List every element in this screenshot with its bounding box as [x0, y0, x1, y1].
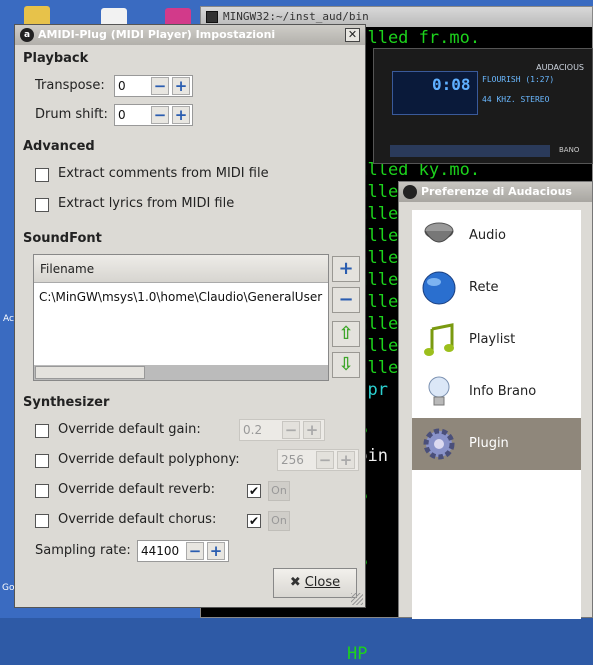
reverb-toggle[interactable]: On	[268, 481, 290, 501]
gain-label: Override default gain:	[58, 422, 201, 437]
terminal-line: HP	[347, 644, 368, 664]
scrollbar-thumb[interactable]	[35, 366, 145, 379]
drumshift-spinner[interactable]: 0 − +	[114, 104, 193, 126]
extract-comments-checkbox[interactable]	[35, 168, 49, 182]
sampling-rate-label: Sampling rate:	[35, 543, 131, 558]
dialog-titlebar[interactable]: a AMIDI-Plug (MIDI Player) Impostazioni …	[15, 25, 365, 45]
amidi-settings-dialog[interactable]: a AMIDI-Plug (MIDI Player) Impostazioni …	[14, 24, 366, 608]
sampling-rate-spinner[interactable]: 44100 − +	[137, 540, 229, 562]
horizontal-scrollbar[interactable]	[34, 365, 328, 380]
drumshift-value: 0	[118, 108, 126, 122]
chorus-label: Override default chorus:	[58, 512, 217, 527]
soundfont-list[interactable]: Filename C:\MinGW\msys\1.0\home\Claudio\…	[33, 254, 329, 381]
playback-heading: Playback	[23, 51, 89, 66]
remove-soundfont-button[interactable]: −	[332, 287, 360, 313]
gear-icon	[423, 428, 455, 460]
prefs-item-label: Audio	[469, 228, 506, 243]
player-format: 44 KHZ. STEREO	[482, 95, 550, 104]
prefs-item-rete[interactable]: Rete	[412, 262, 581, 314]
player-time: 0:08	[432, 75, 471, 94]
desktop-icon-label: Go	[2, 583, 15, 593]
increment-button[interactable]: +	[207, 542, 225, 560]
move-up-button[interactable]: ⇧	[332, 321, 360, 347]
dialog-title: AMIDI-Plug (MIDI Player) Impostazioni	[38, 28, 276, 41]
terminal-title: MINGW32:~/inst_aud/bin	[223, 10, 369, 23]
music-note-icon	[424, 323, 454, 356]
advanced-heading: Advanced	[23, 139, 95, 154]
prefs-item-info-brano[interactable]: Info Brano	[412, 366, 581, 418]
prefs-item-label: Rete	[469, 280, 499, 295]
increment-button[interactable]: +	[172, 106, 190, 124]
close-button-label: Close	[304, 575, 341, 590]
prefs-item-playlist[interactable]: Playlist	[412, 314, 581, 366]
player-song: FLOURISH (1:27)	[482, 75, 555, 84]
prefs-item-label: Info Brano	[469, 384, 537, 399]
extract-lyrics-label: Extract lyrics from MIDI file	[58, 196, 235, 211]
synthesizer-heading: Synthesizer	[23, 395, 110, 410]
increment-button[interactable]: +	[303, 421, 321, 439]
decrement-button[interactable]: −	[186, 542, 204, 560]
audacious-logo-icon	[403, 185, 417, 199]
soundfont-row[interactable]: C:\MinGW\msys\1.0\home\Claudio\GeneralUs…	[39, 290, 327, 304]
increment-button[interactable]: +	[172, 77, 190, 95]
audacious-logo-icon: a	[20, 28, 34, 42]
prefs-item-audio[interactable]: Audio	[412, 210, 581, 262]
globe-icon	[422, 271, 456, 305]
prefs-item-label: Playlist	[469, 332, 516, 347]
transpose-label: Transpose:	[35, 78, 105, 93]
increment-button[interactable]: +	[337, 451, 355, 469]
preferences-title: Preferenze di Audacious	[421, 185, 572, 198]
lightbulb-icon	[428, 376, 450, 406]
reverb-label: Override default reverb:	[58, 482, 215, 497]
polyphony-spinner[interactable]: 256 − +	[277, 449, 359, 471]
audacious-player[interactable]: AUDACIOUS 0:08 FLOURISH (1:27) 44 KHZ. S…	[373, 48, 593, 164]
extract-lyrics-checkbox[interactable]	[35, 198, 49, 212]
preferences-window[interactable]: Preferenze di Audacious Audio Rete Playl…	[398, 181, 593, 619]
decrement-button[interactable]: −	[151, 77, 169, 95]
player-brand: AUDACIOUS	[536, 63, 584, 72]
gain-spinner[interactable]: 0.2 − +	[239, 419, 325, 441]
decrement-button[interactable]: −	[316, 451, 334, 469]
prefs-item-plugin[interactable]: Plugin	[412, 418, 581, 470]
chorus-enable-checkbox[interactable]: ✔	[247, 514, 261, 528]
preferences-category-list: Audio Rete Playlist Info Brano Plugin	[412, 210, 581, 619]
close-icon[interactable]: ✕	[345, 28, 360, 42]
player-controls[interactable]	[390, 145, 550, 157]
close-button[interactable]: ✖ Close	[273, 568, 357, 598]
chorus-toggle[interactable]: On	[268, 511, 290, 531]
desktop-icon-label: Ac	[3, 314, 14, 324]
sampling-rate-value: 44100	[141, 544, 180, 558]
speaker-icon	[424, 222, 454, 243]
decrement-button[interactable]: −	[151, 106, 169, 124]
chorus-checkbox[interactable]	[35, 514, 49, 528]
resize-grip[interactable]	[351, 593, 363, 605]
terminal-icon	[206, 11, 218, 23]
gain-checkbox[interactable]	[35, 424, 49, 438]
filename-column-header[interactable]: Filename	[34, 255, 328, 283]
preferences-titlebar[interactable]: Preferenze di Audacious	[399, 182, 592, 202]
polyphony-label: Override default polyphony:	[58, 452, 240, 467]
extract-comments-label: Extract comments from MIDI file	[58, 166, 269, 181]
polyphony-checkbox[interactable]	[35, 454, 49, 468]
move-down-button[interactable]: ⇩	[332, 352, 360, 378]
drumshift-label: Drum shift:	[35, 107, 108, 122]
reverb-checkbox[interactable]	[35, 484, 49, 498]
decrement-button[interactable]: −	[282, 421, 300, 439]
polyphony-value: 256	[281, 453, 304, 467]
prefs-item-label: Plugin	[469, 436, 509, 451]
transpose-spinner[interactable]: 0 − +	[114, 75, 193, 97]
reverb-enable-checkbox[interactable]: ✔	[247, 484, 261, 498]
balance-label: BANO	[559, 146, 580, 154]
close-icon: ✖	[289, 575, 301, 590]
add-soundfont-button[interactable]: +	[332, 256, 360, 282]
transpose-value: 0	[118, 79, 126, 93]
soundfont-heading: SoundFont	[23, 231, 102, 246]
gain-value: 0.2	[243, 423, 263, 437]
